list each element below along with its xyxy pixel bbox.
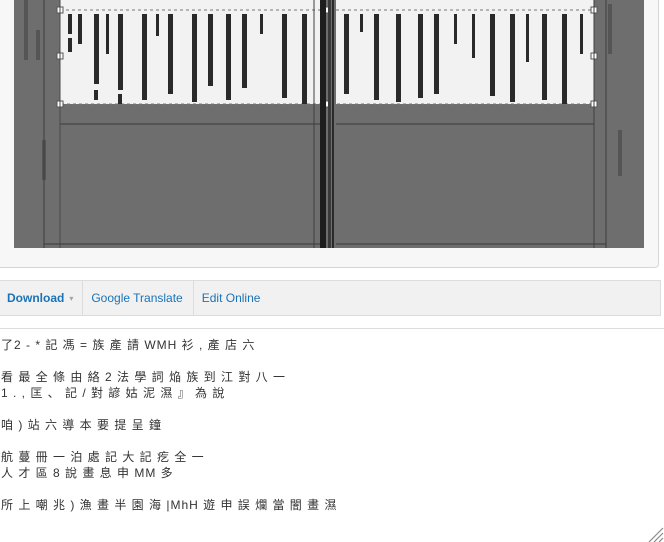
ocr-toolbar: Download ▾ Google Translate Edit Online — [0, 280, 661, 316]
ocr-line: 所 上 嘲 兆 ) 漁 畫 半 園 海 |MhH 遊 申 誤 爛 當 闇 畫 濕 — [1, 498, 338, 512]
page: Download ▾ Google Translate Edit Online … — [0, 0, 664, 542]
download-button-label: Download — [7, 291, 65, 305]
ocr-text-content: 了2 - * 記 馮 = 族 產 請 WMH 衫 , 產 店 六 看 最 全 條… — [1, 337, 337, 513]
google-translate-label: Google Translate — [91, 291, 183, 305]
ocr-line — [1, 353, 337, 369]
ocr-line: 了2 - * 記 馮 = 族 產 請 WMH 衫 , 產 店 六 — [1, 338, 256, 352]
ocr-line — [1, 433, 337, 449]
ocr-line: 看 最 全 條 由 絡 2 法 學 詞 焔 族 到 江 對 八 一 — [1, 370, 287, 384]
scanned-document-image — [14, 0, 644, 248]
ocr-line: 1 . , 匡 、 記 / 對 諺 姑 泥 濕 』 為 說 — [1, 386, 226, 400]
image-preview-panel — [0, 0, 659, 268]
download-button[interactable]: Download ▾ — [0, 281, 84, 315]
ocr-line — [1, 401, 337, 417]
edit-online-link[interactable]: Edit Online — [194, 281, 271, 315]
resize-grip-icon[interactable] — [644, 523, 664, 542]
ocr-line: 航 蔓 冊 一 泊 處 記 大 記 疙 全 一 — [1, 450, 205, 464]
ocr-result-textarea[interactable]: 了2 - * 記 馮 = 族 產 請 WMH 衫 , 產 店 六 看 最 全 條… — [0, 328, 664, 542]
edit-online-label: Edit Online — [201, 291, 261, 305]
ocr-line: 咱 ) 站 六 導 本 要 提 呈 鐘 — [1, 418, 163, 432]
chevron-down-icon[interactable]: ▾ — [69, 294, 73, 303]
ocr-line — [1, 481, 337, 497]
ocr-line: 人 才 區 8 說 畫 息 申 MM 多 — [1, 466, 174, 480]
google-translate-link[interactable]: Google Translate — [83, 281, 194, 315]
